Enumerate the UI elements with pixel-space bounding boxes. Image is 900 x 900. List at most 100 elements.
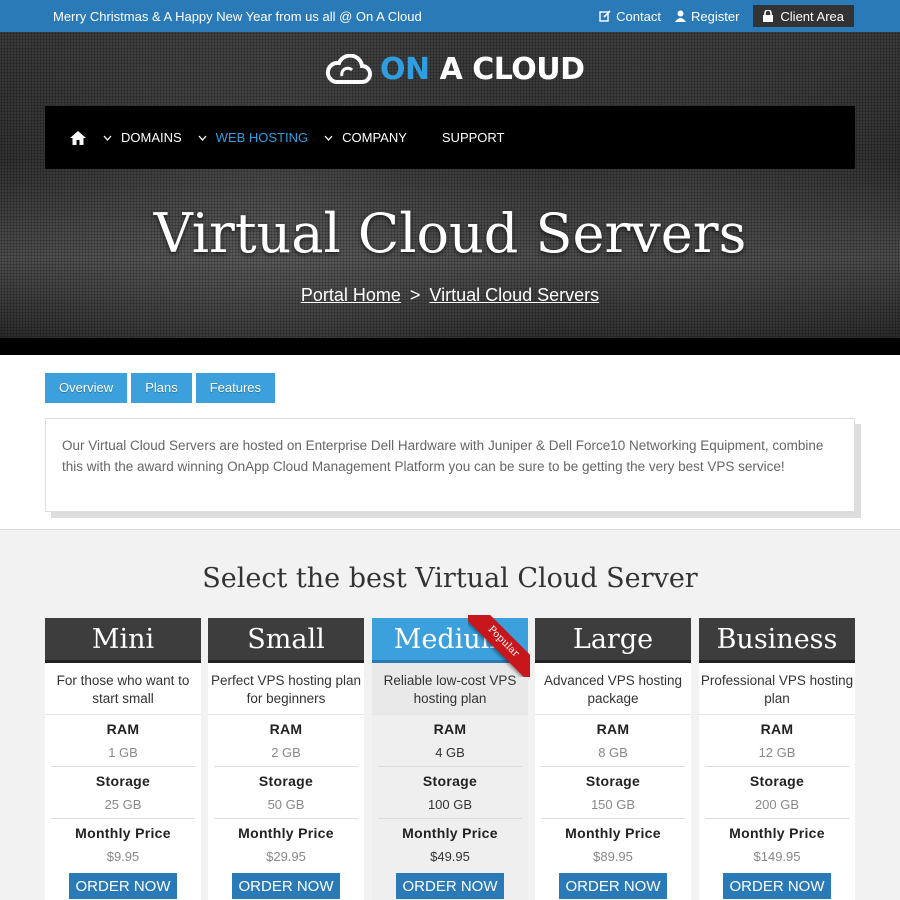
client-area-button[interactable]: Client Area (753, 5, 854, 27)
tab-plans[interactable]: Plans (131, 373, 192, 403)
nav-domains[interactable]: DOMAINS (103, 130, 182, 145)
storage-label: Storage (585, 773, 641, 789)
ram-value: 1 GB (51, 742, 195, 767)
nav-support-label: SUPPORT (441, 130, 505, 145)
plan-ram: RAM 1 GB (51, 715, 195, 767)
plan-price: Monthly Price $89.95 (541, 819, 685, 871)
plan-storage: Storage 200 GB (705, 767, 849, 819)
storage-label: Storage (95, 773, 151, 789)
price-value: $149.95 (753, 849, 801, 864)
chevron-down-icon (198, 135, 207, 141)
storage-value: 150 GB (541, 794, 685, 819)
lock-icon (763, 10, 774, 22)
plan-description: Perfect VPS hosting plan for beginners (208, 663, 364, 715)
pricing-title: Select the best Virtual Cloud Server (202, 563, 698, 594)
plan-price: Monthly Price $149.95 (705, 819, 849, 871)
description-box: Our Virtual Cloud Servers are hosted on … (45, 418, 855, 512)
price-label: Monthly Price (75, 825, 171, 841)
plan-price: Monthly Price $49.95 (378, 819, 522, 871)
nav-company[interactable]: COMPANY (324, 130, 407, 145)
client-area-label: Client Area (780, 8, 844, 24)
ram-label: RAM (269, 721, 303, 737)
plan-card-large: Large Advanced VPS hosting package RAM 8… (535, 618, 691, 900)
plan-name: Business (699, 618, 855, 663)
hero-banner: ON A CLOUD DOMAINS WEB HOSTING COMPANY S… (0, 32, 900, 355)
popular-ribbon: Popular (468, 615, 530, 677)
plan-description: Advanced VPS hosting package (535, 663, 691, 715)
plan-ram: RAM 8 GB (541, 715, 685, 767)
holiday-message: Merry Christmas & A Happy New Year from … (53, 9, 422, 24)
home-icon[interactable] (69, 129, 87, 147)
price-value: $29.95 (266, 849, 306, 864)
chevron-down-icon (103, 135, 112, 141)
register-link[interactable]: Register (674, 8, 740, 24)
ram-label: RAM (760, 721, 794, 737)
ram-label: RAM (433, 721, 467, 737)
storage-value: 50 GB (214, 794, 358, 819)
ram-value: 8 GB (541, 742, 685, 767)
price-value: $89.95 (593, 849, 633, 864)
plan-card-business: Business Professional VPS hosting plan R… (699, 618, 855, 900)
order-now-button[interactable]: ORDER NOW (232, 873, 340, 899)
nav-support[interactable]: SUPPORT (442, 130, 505, 145)
plan-storage: Storage 50 GB (214, 767, 358, 819)
storage-label: Storage (749, 773, 805, 789)
hero-bottom-stripe (0, 338, 900, 355)
order-now-button[interactable]: ORDER NOW (396, 873, 504, 899)
ram-value: 4 GB (378, 742, 522, 767)
price-value: $9.95 (106, 849, 140, 864)
order-now-button[interactable]: ORDER NOW (69, 873, 177, 899)
storage-label: Storage (422, 773, 478, 789)
plan-card-mini: Mini For those who want to start small R… (45, 618, 201, 900)
logo-rest: A CLOUD (439, 52, 586, 87)
order-now-button[interactable]: ORDER NOW (559, 873, 667, 899)
plan-price: Monthly Price $9.95 (51, 819, 195, 871)
site-logo[interactable]: ON A CLOUD (324, 52, 585, 87)
plan-name: Mini (45, 618, 201, 663)
breadcrumb: Portal Home > Virtual Cloud Servers (0, 285, 900, 306)
cloud-logo-icon (325, 53, 372, 84)
nav-web-hosting[interactable]: WEB HOSTING (198, 130, 308, 145)
nav-company-label: COMPANY (342, 130, 407, 145)
tab-features[interactable]: Features (195, 373, 276, 403)
nav-web-hosting-label: WEB HOSTING (215, 130, 309, 145)
main-nav: DOMAINS WEB HOSTING COMPANY SUPPORT (45, 106, 855, 169)
order-now-button[interactable]: ORDER NOW (723, 873, 831, 899)
user-icon (674, 10, 686, 22)
section-tabs: Overview Plans Features (45, 373, 276, 403)
breadcrumb-current[interactable]: Virtual Cloud Servers (429, 285, 599, 305)
popular-ribbon-label: Popular (468, 615, 530, 677)
contact-label: Contact (616, 8, 661, 24)
logo-on: ON (380, 52, 430, 87)
chevron-down-icon (324, 135, 333, 141)
top-bar: Merry Christmas & A Happy New Year from … (0, 0, 900, 32)
plan-storage: Storage 150 GB (541, 767, 685, 819)
breadcrumb-portal-home[interactable]: Portal Home (301, 285, 401, 305)
ram-value: 2 GB (214, 742, 358, 767)
storage-label: Storage (258, 773, 314, 789)
plan-description: For those who want to start small (45, 663, 201, 715)
price-value: $49.95 (430, 849, 470, 864)
nav-domains-label: DOMAINS (121, 130, 182, 145)
price-label: Monthly Price (238, 825, 334, 841)
ram-label: RAM (596, 721, 630, 737)
page-title: Virtual Cloud Servers (153, 202, 747, 265)
plan-name: Large (535, 618, 691, 663)
price-label: Monthly Price (565, 825, 661, 841)
edit-icon (599, 10, 611, 22)
plan-ram: RAM 2 GB (214, 715, 358, 767)
price-label: Monthly Price (402, 825, 498, 841)
contact-link[interactable]: Contact (599, 9, 661, 24)
breadcrumb-separator: > (409, 285, 421, 305)
plan-ram: RAM 4 GB (378, 715, 522, 767)
plan-storage: Storage 100 GB (378, 767, 522, 819)
logo-text: ON A CLOUD (380, 52, 585, 87)
tab-overview[interactable]: Overview (45, 373, 128, 403)
plan-card-medium: Medium Reliable low-cost VPS hosting pla… (372, 615, 530, 900)
ram-label: RAM (106, 721, 140, 737)
top-links: Contact Register Client Area (585, 5, 854, 27)
plan-price: Monthly Price $29.95 (214, 819, 358, 871)
overview-section: Overview Plans Features Our Virtual Clou… (0, 355, 900, 530)
ram-value: 12 GB (705, 742, 849, 767)
register-label: Register (690, 8, 740, 24)
